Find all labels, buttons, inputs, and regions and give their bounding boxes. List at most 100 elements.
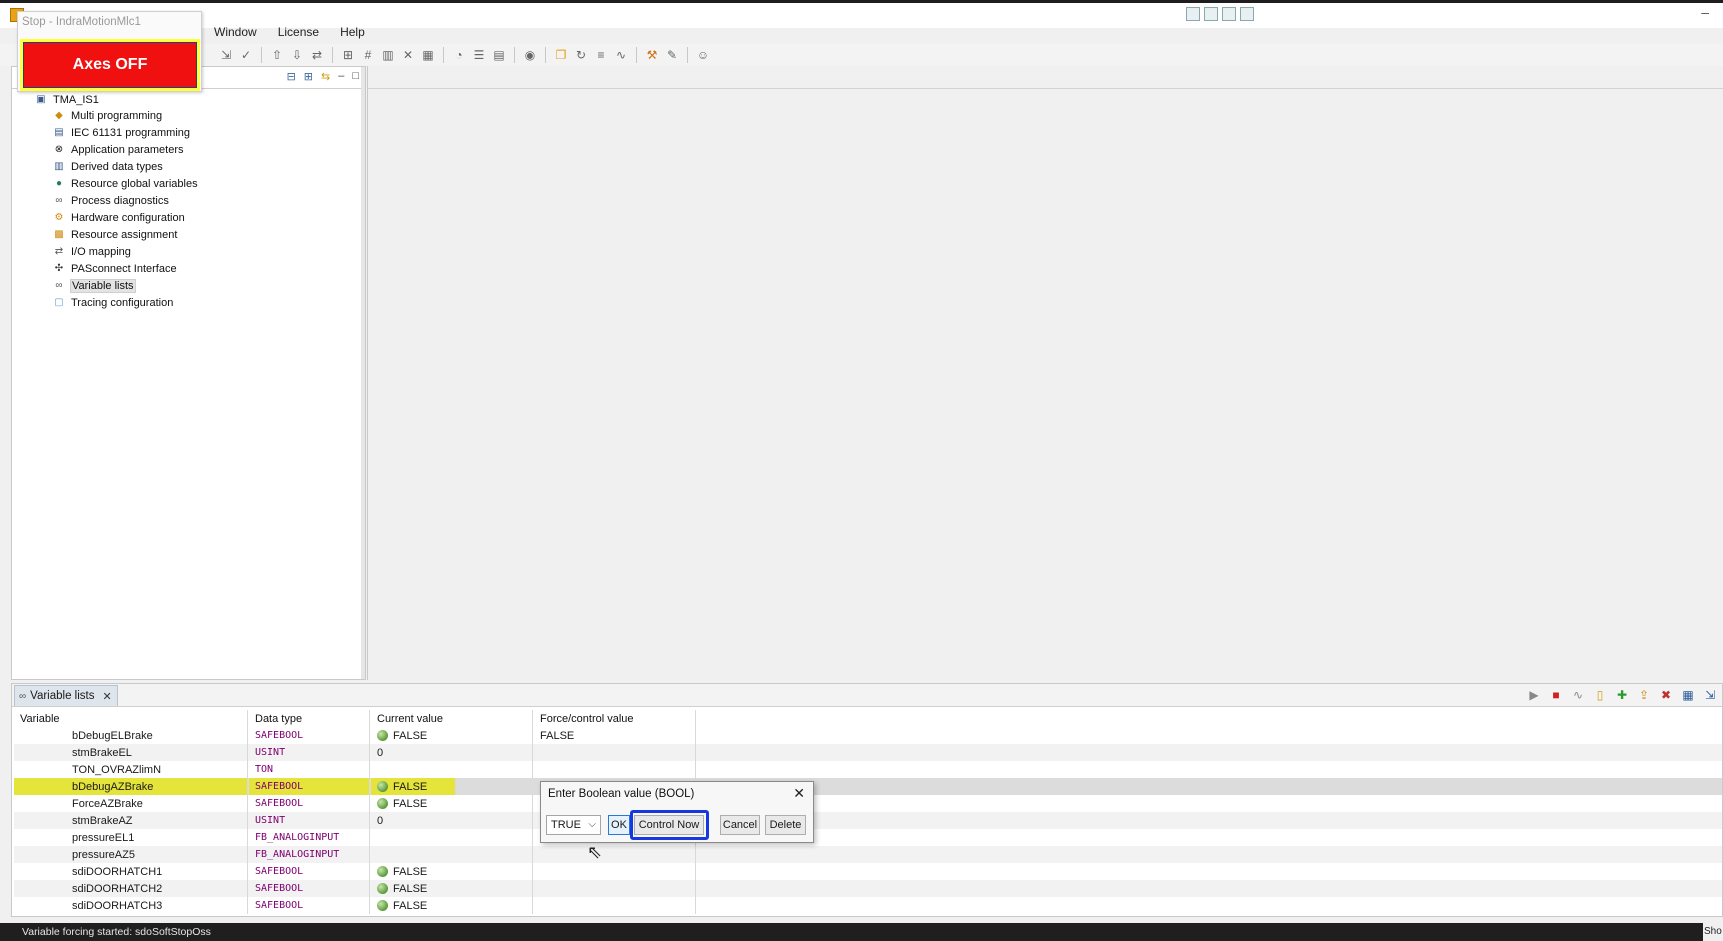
grid-icon[interactable] xyxy=(1186,7,1200,21)
download-icon[interactable]: ⇩ xyxy=(289,47,305,63)
table-row[interactable]: stmBrakeEL USINT 0 xyxy=(14,744,1722,761)
new-list-icon[interactable]: ▯ xyxy=(1592,687,1608,703)
cancel-button[interactable]: Cancel xyxy=(720,815,760,835)
tree-item-multi-programming[interactable]: ◆ Multi programming xyxy=(52,107,163,124)
windows-icon[interactable]: ❐ xyxy=(553,47,569,63)
boolean-value-select[interactable]: TRUE ⌵ xyxy=(546,815,601,835)
current-value[interactable]: FALSE xyxy=(371,727,533,744)
column-header-variable[interactable]: Variable xyxy=(14,710,248,727)
force-value[interactable]: FALSE xyxy=(534,727,696,744)
table-row[interactable]: sdiDOORHATCH3 SAFEBOOL FALSE xyxy=(14,897,1722,914)
tree-item-resource-assignment[interactable]: ▩ Resource assignment xyxy=(52,226,178,243)
current-value[interactable] xyxy=(371,846,533,863)
table-row[interactable]: stmBrakeAZ USINT 0 xyxy=(14,812,1722,829)
current-value[interactable] xyxy=(371,761,533,778)
panel-icon[interactable]: ▤ xyxy=(491,47,507,63)
current-value[interactable]: 0 xyxy=(371,744,533,761)
minimize-view-icon[interactable]: – xyxy=(338,70,344,83)
link-editor-icon[interactable]: ⇆ xyxy=(321,70,330,83)
list-icon[interactable]: ☰ xyxy=(471,47,487,63)
current-value[interactable]: FALSE xyxy=(371,880,533,897)
table-row[interactable]: sdiDOORHATCH2 SAFEBOOL FALSE xyxy=(14,880,1722,897)
tools-icon[interactable]: ✕ xyxy=(400,47,416,63)
import-icon[interactable]: ⇪ xyxy=(1636,687,1652,703)
network-icon[interactable]: ⊞ xyxy=(340,47,356,63)
menu-window[interactable]: Window xyxy=(200,24,264,42)
menu-license[interactable]: License xyxy=(264,24,326,42)
column-header-force-value[interactable]: Force/control value xyxy=(534,710,696,727)
current-value[interactable]: FALSE xyxy=(371,897,533,914)
play-icon[interactable]: ▶ xyxy=(1526,687,1542,703)
table-row[interactable]: bDebugELBrake SAFEBOOL FALSE FALSE xyxy=(14,727,1722,744)
export-icon[interactable]: ⇲ xyxy=(1702,687,1718,703)
tools-orange-icon[interactable]: ⚒ xyxy=(644,47,660,63)
minimize-icon[interactable]: – xyxy=(1701,4,1709,20)
table-row[interactable]: TON_OVRAZlimN TON xyxy=(14,761,1722,778)
gauge-icon[interactable]: ◔ xyxy=(451,47,467,63)
tree-item-pasconnect-interface[interactable]: ✣ PASconnect Interface xyxy=(52,260,178,277)
current-value[interactable]: FALSE xyxy=(371,863,533,880)
maximize-view-icon[interactable]: □ xyxy=(352,70,359,83)
tree-item-application-parameters[interactable]: ⊗ Application parameters xyxy=(52,141,185,158)
tree-item-iec-programming[interactable]: ▤ IEC 61131 programming xyxy=(52,124,191,141)
chat-icon[interactable] xyxy=(1240,7,1254,21)
upload-icon[interactable]: ⇧ xyxy=(269,47,285,63)
current-value[interactable]: FALSE xyxy=(371,778,456,795)
table-row[interactable]: ForceAZBrake SAFEBOOL FALSE xyxy=(14,795,1722,812)
table-icon[interactable]: ▦ xyxy=(1680,687,1696,703)
tree-item-derived-data-types[interactable]: ▥ Derived data types xyxy=(52,158,164,175)
compile-icon[interactable]: ⇲ xyxy=(218,47,234,63)
menu-help[interactable]: Help xyxy=(326,24,372,42)
refresh-icon[interactable]: ↻ xyxy=(573,47,589,63)
chevron-down-icon[interactable] xyxy=(1222,7,1236,21)
close-icon[interactable]: ✕ xyxy=(102,690,111,703)
expand-all-icon[interactable]: ⊞ xyxy=(304,70,313,83)
axes-off-button[interactable]: Axes OFF xyxy=(20,39,200,91)
tree-item-io-mapping[interactable]: ⇄ I/O mapping xyxy=(52,243,132,260)
column-header-current-value[interactable]: Current value xyxy=(371,710,533,727)
force-value[interactable] xyxy=(534,880,696,897)
delete-button[interactable]: Delete xyxy=(765,815,806,835)
list-lines-icon[interactable]: ≡ xyxy=(593,47,609,63)
check-icon[interactable]: ✓ xyxy=(238,47,254,63)
vertical-scrollbar[interactable] xyxy=(361,67,365,679)
tree-root[interactable]: ▣ TMA_IS1 xyxy=(34,91,100,108)
force-value[interactable] xyxy=(534,863,696,880)
ok-button[interactable]: OK xyxy=(608,815,630,835)
close-icon[interactable]: ✕ xyxy=(793,785,805,802)
control-now-button[interactable]: Control Now xyxy=(634,815,704,835)
force-value[interactable] xyxy=(534,897,696,914)
user-icon[interactable]: ☺ xyxy=(695,47,711,63)
remove-icon[interactable]: ✖ xyxy=(1658,687,1674,703)
chart-icon[interactable]: ▥ xyxy=(380,47,396,63)
tree-item-hardware-configuration[interactable]: ⚙ Hardware configuration xyxy=(52,209,186,226)
current-value[interactable]: 0 xyxy=(371,812,533,829)
tree-item-tracing-configuration[interactable]: ▢ Tracing configuration xyxy=(52,294,174,311)
wave-icon[interactable]: ∿ xyxy=(613,47,629,63)
tab-variable-lists[interactable]: ∞ Variable lists ✕ xyxy=(14,685,118,706)
tree-item-variable-lists[interactable]: ∞ Variable lists xyxy=(52,277,136,294)
tree-item-resource-global-variables[interactable]: ● Resource global variables xyxy=(52,175,199,192)
current-value[interactable] xyxy=(371,829,533,846)
table-row[interactable]: sdiDOORHATCH1 SAFEBOOL FALSE xyxy=(14,863,1722,880)
current-value[interactable]: FALSE xyxy=(371,795,533,812)
table-row[interactable]: pressureAZ5 FB_ANALOGINPUT xyxy=(14,846,1722,863)
force-value[interactable] xyxy=(534,846,696,863)
force-value[interactable] xyxy=(534,761,696,778)
collapse-all-icon[interactable]: ⊟ xyxy=(287,70,296,83)
tree-item-process-diagnostics[interactable]: ∞ Process diagnostics xyxy=(52,192,170,209)
force-value[interactable] xyxy=(534,744,696,761)
stop-icon[interactable]: ■ xyxy=(1548,687,1564,703)
layout-icon[interactable]: ▦ xyxy=(420,47,436,63)
table-row-selected[interactable]: bDebugAZBrake SAFEBOOL FALSE xyxy=(14,778,1722,795)
edit-icon[interactable]: ✎ xyxy=(664,47,680,63)
wave-icon[interactable]: ∿ xyxy=(1570,687,1586,703)
add-icon[interactable]: ✚ xyxy=(1614,687,1630,703)
column-header-data-type[interactable]: Data type xyxy=(249,710,370,727)
status-right-button[interactable]: Sho xyxy=(1703,923,1723,941)
globe-icon[interactable]: ◉ xyxy=(522,47,538,63)
grid-icon[interactable]: # xyxy=(360,47,376,63)
table-row[interactable]: pressureEL1 FB_ANALOGINPUT xyxy=(14,829,1722,846)
expand-icon[interactable] xyxy=(1204,7,1218,21)
transfer-icon[interactable]: ⇄ xyxy=(309,47,325,63)
